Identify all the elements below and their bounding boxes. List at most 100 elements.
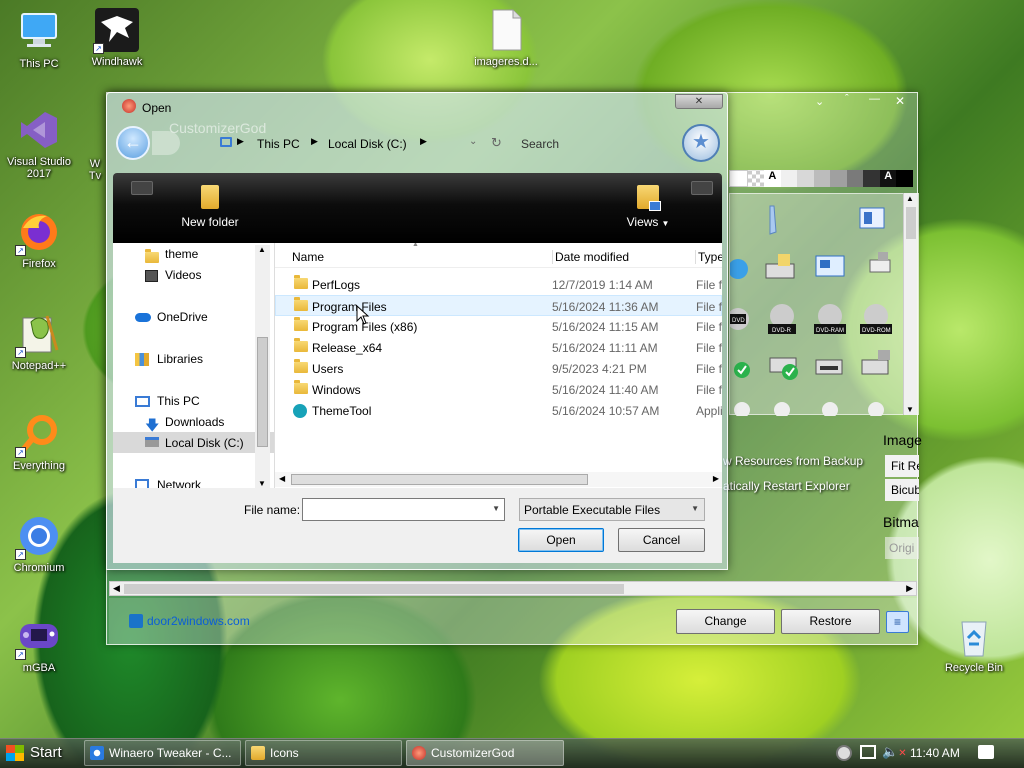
collapse-icon[interactable]: ˆ: [845, 93, 849, 105]
desktop-icon-recycle-bin[interactable]: Recycle Bin: [936, 614, 1012, 674]
back-button[interactable]: ←: [116, 126, 150, 160]
desktop-icon-visual-studio[interactable]: Visual Studio 2017: [1, 108, 77, 180]
mouse-cursor-icon: [356, 305, 370, 325]
volume-muted-icon[interactable]: 🔈✕: [882, 744, 907, 760]
nav-scrollbar[interactable]: ▲ ▼: [255, 245, 270, 488]
new-folder-button[interactable]: New folder: [175, 183, 245, 235]
nav-videos[interactable]: Videos: [145, 268, 201, 282]
file-type-select[interactable]: Portable Executable Files ▼: [519, 498, 705, 521]
restore-button[interactable]: Restore: [781, 609, 880, 634]
desktop-icon-windhawk[interactable]: ↗ Windhawk: [79, 8, 155, 68]
star-icon: ★: [692, 131, 710, 153]
bicubic-option[interactable]: Bicub: [885, 479, 919, 501]
file-row[interactable]: Release_x645/16/2024 11:11 AMFile fo: [275, 337, 722, 358]
letter-a-swatch[interactable]: A: [764, 170, 781, 187]
desktop-icon-mgba[interactable]: ↗ mGBA: [1, 614, 77, 674]
door2windows-link[interactable]: door2windows.com: [147, 614, 250, 628]
tray-app-icon[interactable]: [836, 745, 852, 761]
scrollbar-thumb[interactable]: [124, 584, 624, 594]
nav-theme[interactable]: theme: [145, 247, 198, 263]
scrollbar-thumb[interactable]: [257, 337, 268, 447]
windhawk-icon: ↗: [93, 8, 139, 54]
winaero-icon: [90, 746, 104, 760]
icon-grid-scrollbar[interactable]: ▲ ▼: [903, 193, 917, 415]
open-button[interactable]: Open: [518, 528, 604, 552]
scrollbar-thumb[interactable]: [291, 474, 588, 485]
shortcut-arrow-icon: ↗: [15, 347, 26, 358]
change-button[interactable]: Change: [676, 609, 775, 634]
file-row[interactable]: Windows5/16/2024 11:40 AMFile fo: [275, 379, 722, 400]
network-icon[interactable]: [860, 745, 876, 759]
minimize-icon[interactable]: ⌄: [815, 95, 824, 108]
folder-icon: [294, 297, 308, 311]
letter-a-dark-swatch[interactable]: A: [879, 170, 897, 187]
original-button[interactable]: Origi: [885, 537, 919, 559]
website-link[interactable]: door2windows.com: [129, 614, 250, 628]
horizontal-scrollbar[interactable]: ◀ ▶: [109, 581, 917, 596]
forward-button[interactable]: [152, 131, 180, 155]
desktop-icon-firefox[interactable]: ↗ Firefox: [1, 210, 77, 270]
refresh-icon[interactable]: ↻: [491, 135, 502, 151]
scrollbar-thumb[interactable]: [906, 207, 916, 239]
file-row[interactable]: PerfLogs12/7/2019 1:14 AMFile fo: [275, 274, 722, 295]
breadcrumb-local-disk[interactable]: Local Disk (C:): [328, 137, 407, 151]
shortcut-arrow-icon: ↗: [15, 549, 26, 560]
icon-grid[interactable]: DVD DVD-R DVD-RAM DVD-ROM: [727, 193, 919, 418]
file-list-hscrollbar[interactable]: ◀ ▶: [275, 472, 722, 487]
desktop-icon-label: Recycle Bin: [944, 662, 1004, 674]
fit-option[interactable]: Fit Re: [885, 455, 919, 477]
nav-this-pc[interactable]: This PC: [135, 394, 200, 408]
minimize-button[interactable]: —: [869, 93, 880, 105]
folder-icon: [294, 317, 308, 331]
notification-icon[interactable]: [978, 745, 994, 759]
nav-downloads[interactable]: 🡇 Downloads: [145, 415, 224, 433]
breadcrumb-sep-icon: ▶: [311, 136, 318, 146]
desktop-icon-everything[interactable]: ↗ Everything: [1, 412, 77, 472]
dropdown-icon[interactable]: ▼: [492, 504, 500, 513]
menu-button[interactable]: ≡: [886, 611, 909, 633]
breadcrumb-this-pc[interactable]: This PC: [257, 137, 300, 151]
navigation-pane[interactable]: theme Videos OneDrive Libraries This PC …: [113, 243, 274, 488]
dialog-title-bar: Open CustomizerGod ✕: [107, 93, 727, 136]
taskbar-icons[interactable]: Icons: [245, 740, 402, 766]
cancel-button[interactable]: Cancel: [618, 528, 705, 552]
dvd-rom-label: DVD-ROM: [862, 328, 891, 334]
toolbar-right-button[interactable]: [691, 181, 713, 195]
file-row[interactable]: Program Files5/16/2024 11:36 AMFile fo: [275, 295, 722, 316]
clock[interactable]: 11:40 AM: [910, 746, 960, 760]
breadcrumb-sep-icon: ▶: [237, 136, 244, 146]
nav-onedrive[interactable]: OneDrive: [135, 310, 208, 324]
desktop-icon-notepadpp[interactable]: ↗ Notepad++: [1, 312, 77, 372]
nav-network[interactable]: Network: [135, 478, 201, 488]
address-bar[interactable]: ▶ This PC ▶ Local Disk (C:) ▶ ⌄ ↻ Search: [215, 134, 675, 154]
shortcut-arrow-icon: ↗: [15, 447, 26, 458]
local-disk-icon: [145, 437, 159, 447]
file-row[interactable]: ThemeTool 5/16/2024 10:57 AM Appli: [275, 400, 722, 421]
views-button[interactable]: Views ▼: [618, 183, 678, 235]
taskbar-winaero[interactable]: Winaero Tweaker - C...: [84, 740, 241, 766]
bottom-bar: door2windows.com Change Restore ≡: [109, 598, 917, 644]
nav-libraries[interactable]: Libraries: [135, 352, 203, 366]
favorites-button[interactable]: ★: [682, 124, 720, 162]
column-header-type[interactable]: Type: [695, 250, 722, 264]
history-dropdown-icon[interactable]: ⌄: [469, 136, 477, 147]
taskbar-customizergod[interactable]: CustomizerGod: [406, 740, 564, 766]
file-name-input[interactable]: ▼: [302, 498, 505, 521]
search-placeholder[interactable]: Search: [521, 137, 559, 151]
close-button[interactable]: ✕: [675, 94, 723, 109]
file-list[interactable]: ▲ Name Date modified Type PerfLogs 12/7/2…: [274, 243, 722, 488]
color-palette[interactable]: A A: [729, 170, 914, 187]
desktop-icon-chromium[interactable]: ↗ Chromium: [1, 514, 77, 574]
desktop-icon-file[interactable]: imageres.d...: [468, 8, 544, 68]
column-header-name[interactable]: Name: [292, 250, 324, 264]
file-row[interactable]: Users9/5/2023 4:21 PMFile fo: [275, 358, 722, 379]
desktop-icon-this-pc[interactable]: This PC: [1, 10, 77, 70]
column-header-date[interactable]: Date modified: [552, 250, 629, 264]
dropdown-icon[interactable]: ▼: [691, 504, 699, 513]
toolbar-left-button[interactable]: [131, 181, 153, 195]
bitmap-label: Bitma: [883, 514, 919, 530]
nav-local-disk[interactable]: Local Disk (C:): [113, 432, 274, 453]
start-button[interactable]: Start: [0, 740, 78, 766]
file-row[interactable]: Program Files (x86) 5/16/2024 11:15 AM Fil…: [275, 316, 722, 337]
close-button[interactable]: ✕: [895, 94, 905, 108]
